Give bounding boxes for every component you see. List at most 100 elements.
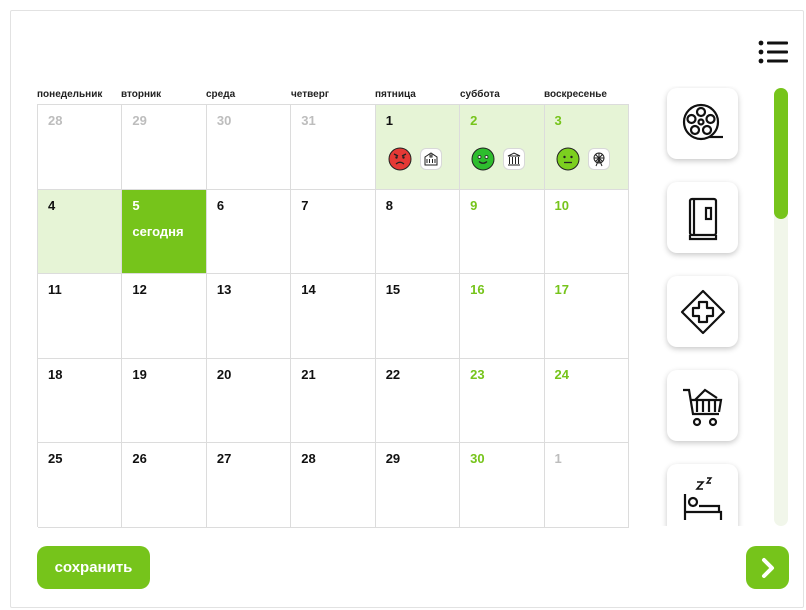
- calendar-day[interactable]: 1: [375, 105, 461, 190]
- building-columns-icon: [503, 148, 526, 170]
- calendar-day[interactable]: 21: [291, 358, 376, 444]
- calendar-day[interactable]: 25: [38, 443, 123, 528]
- weekday-label: четверг: [291, 89, 329, 100]
- weekday-label: среда: [206, 89, 236, 100]
- calendar-day[interactable]: 2: [460, 105, 545, 190]
- day-number: 17: [554, 282, 569, 298]
- calendar-day[interactable]: 16: [460, 274, 545, 359]
- calendar-week-row: 25 26 27 28 29 30 1: [38, 443, 629, 528]
- day-number: 24: [554, 366, 569, 382]
- day-number: 3: [554, 113, 562, 128]
- calendar-day[interactable]: 11: [38, 274, 123, 359]
- day-number: 28: [48, 113, 63, 128]
- day-number: 29: [385, 451, 401, 467]
- calendar-day[interactable]: 10: [544, 189, 629, 275]
- day-number: 14: [301, 282, 316, 298]
- calendar-day[interactable]: 7: [291, 189, 376, 275]
- day-number: 28: [301, 451, 316, 467]
- next-button[interactable]: [746, 546, 789, 589]
- calendar-day[interactable]: 29: [375, 443, 461, 528]
- happy-face-icon: [471, 147, 495, 171]
- calendar-day[interactable]: 30: [460, 443, 545, 528]
- day-number: 1: [554, 451, 562, 467]
- day-number: 6: [216, 197, 225, 213]
- calendar-week-row: 18 19 20 21 22 23 24: [38, 358, 629, 444]
- calendar-day[interactable]: 3: [544, 105, 629, 190]
- calendar-day[interactable]: 1: [544, 443, 629, 528]
- angry-face-icon: [388, 147, 412, 171]
- film-reel-icon[interactable]: [667, 88, 738, 159]
- weekday-label: пятница: [375, 89, 416, 100]
- day-number: 7: [301, 197, 309, 213]
- calendar-day[interactable]: 6: [206, 189, 292, 275]
- chevron-right-icon: [761, 557, 774, 578]
- day-number: 5: [132, 197, 140, 213]
- calendar-week-row: 11 12 13 14 15 16 17: [38, 274, 629, 359]
- calendar-day[interactable]: 4: [38, 189, 123, 275]
- sleep-icon[interactable]: [667, 464, 738, 526]
- day-number: 20: [216, 366, 232, 382]
- calendar-day[interactable]: 15: [375, 274, 461, 359]
- day-number: 15: [385, 282, 401, 298]
- save-button[interactable]: сохранить: [37, 546, 150, 589]
- day-number: 22: [385, 366, 401, 382]
- calendar-grid: 28 29 30 31 1 2 3 4 5 сегодня 6 7 8 9 10 11 12 13 14 15 16 17…: [37, 104, 629, 528]
- day-number: 1: [385, 113, 393, 128]
- calendar-day-today[interactable]: 5 сегодня: [122, 189, 207, 275]
- calendar-day[interactable]: 22: [375, 358, 461, 444]
- day-number: 16: [470, 282, 485, 298]
- weekday-label: вторник: [121, 89, 162, 100]
- weekday-label: суббота: [460, 89, 500, 100]
- day-number: 31: [301, 113, 316, 128]
- calendar-day[interactable]: 29: [122, 105, 207, 190]
- day-number: 30: [216, 113, 232, 128]
- calendar-day[interactable]: 27: [206, 443, 292, 528]
- calendar-day[interactable]: 23: [460, 358, 545, 444]
- calendar-day[interactable]: 8: [375, 189, 461, 275]
- calendar-day[interactable]: 18: [38, 358, 123, 444]
- day-number: 4: [48, 197, 56, 213]
- calendar-day[interactable]: 19: [122, 358, 207, 444]
- day-event[interactable]: [471, 147, 526, 171]
- calendar-day[interactable]: 28: [38, 105, 123, 190]
- calendar-day[interactable]: 24: [544, 358, 629, 444]
- book-icon[interactable]: [667, 182, 738, 253]
- ferris-wheel-icon: [587, 148, 610, 170]
- day-number: 19: [132, 366, 147, 382]
- calendar-week-row: 4 5 сегодня 6 7 8 9 10: [38, 189, 629, 275]
- calendar-day[interactable]: 26: [122, 443, 207, 528]
- calendar-day[interactable]: 20: [206, 358, 292, 444]
- day-number: 27: [216, 451, 232, 467]
- scrollbar-thumb[interactable]: [774, 88, 788, 219]
- calendar-day[interactable]: 9: [460, 189, 545, 275]
- today-label: сегодня: [132, 223, 184, 239]
- day-number: 10: [554, 197, 569, 213]
- medical-cross-icon[interactable]: [667, 276, 738, 347]
- day-number: 9: [470, 197, 478, 213]
- calendar-week-row: 28 29 30 31 1 2 3: [38, 105, 629, 190]
- day-number: 12: [132, 282, 147, 298]
- list-menu-icon[interactable]: [757, 38, 789, 66]
- day-number: 25: [48, 451, 63, 467]
- day-number: 26: [132, 451, 147, 467]
- day-number: 29: [132, 113, 147, 128]
- calendar-day[interactable]: 31: [291, 105, 376, 190]
- day-event[interactable]: [556, 147, 610, 171]
- shopping-cart-icon[interactable]: [667, 370, 738, 441]
- day-number: 23: [470, 366, 485, 382]
- calendar-day[interactable]: 13: [206, 274, 292, 359]
- calendar-day[interactable]: 17: [544, 274, 629, 359]
- neutral-face-icon: [556, 147, 580, 171]
- day-number: 2: [470, 113, 478, 128]
- day-event[interactable]: [388, 147, 442, 171]
- activity-panel: [660, 86, 745, 526]
- day-number: 8: [385, 197, 393, 213]
- weekday-header: понедельник вторник среда четверг пятниц…: [37, 89, 629, 103]
- calendar-day[interactable]: 14: [291, 274, 376, 359]
- weekday-label: понедельник: [37, 89, 103, 100]
- calendar-day[interactable]: 12: [122, 274, 207, 359]
- calendar-day[interactable]: 28: [291, 443, 376, 528]
- calendar-day[interactable]: 30: [206, 105, 292, 190]
- day-number: 13: [216, 282, 232, 298]
- day-number: 21: [301, 366, 316, 382]
